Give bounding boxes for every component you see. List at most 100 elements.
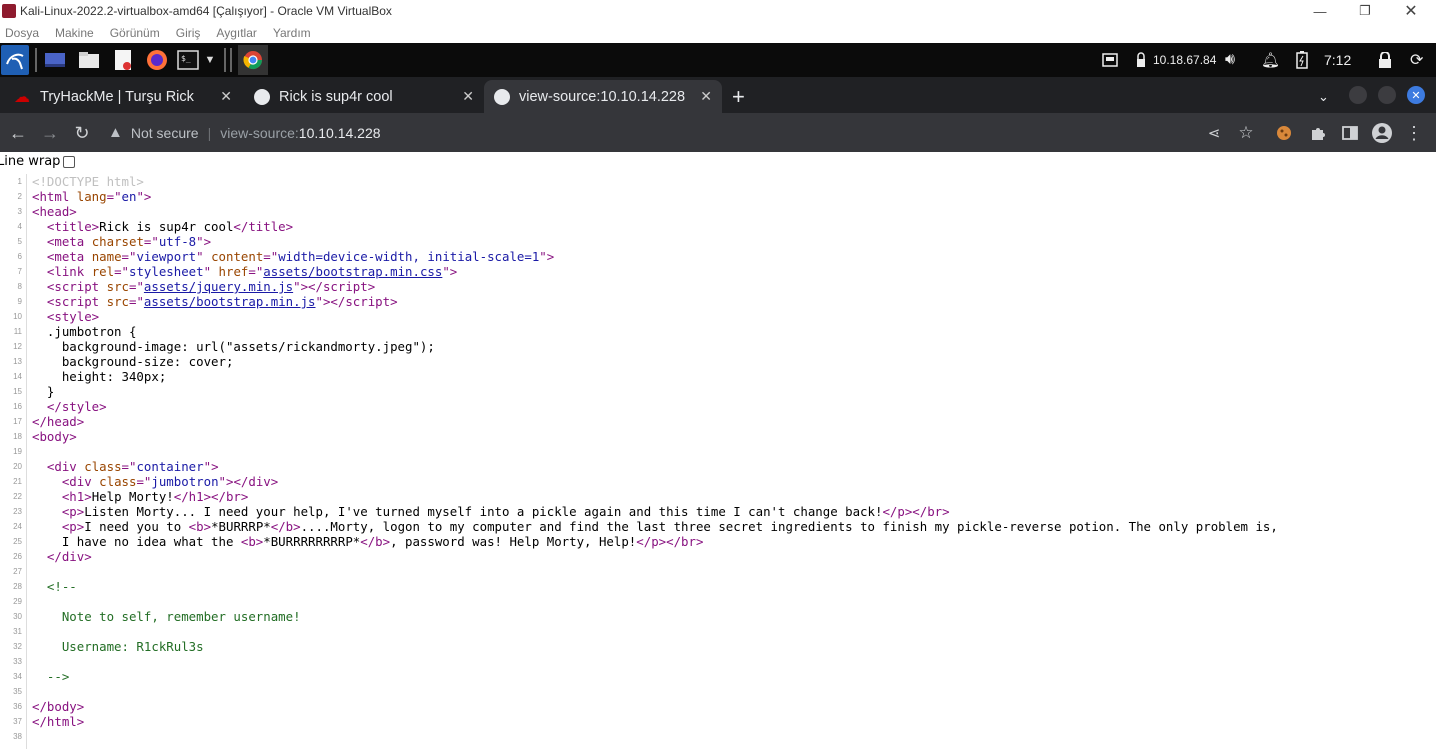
terminal-icon[interactable]: $_ <box>176 48 200 72</box>
menu-gorunum[interactable]: Görünüm <box>110 26 160 40</box>
network-icon[interactable] <box>1133 43 1149 77</box>
line-number: 33 <box>13 657 22 666</box>
maximize-icon[interactable]: ❐ <box>1342 0 1388 22</box>
line-number: 14 <box>13 372 22 381</box>
tab-label: Rick is sup4r cool <box>279 88 393 105</box>
chrome-taskbar-icon[interactable] <box>238 45 268 75</box>
source-link[interactable]: assets/bootstrap.min.css <box>263 264 442 279</box>
lock-screen-icon[interactable] <box>1378 43 1392 77</box>
source-link[interactable]: assets/jquery.min.js <box>144 279 293 294</box>
window-title: Kali-Linux-2022.2-virtualbox-amd64 [Çalı… <box>20 4 392 18</box>
globe-icon <box>254 88 270 105</box>
close-browser-icon[interactable]: ✕ <box>1407 86 1425 104</box>
tab-rick-is-sup4r-cool[interactable]: Rick is sup4r cool ✕ <box>244 80 484 113</box>
more-menu-icon[interactable]: ⋮ <box>1402 121 1426 145</box>
line-wrap-toggle[interactable]: Line wrap <box>0 154 76 169</box>
line-number: 18 <box>13 432 22 441</box>
maximize-browser-icon[interactable] <box>1378 86 1396 104</box>
menu-aygitlar[interactable]: Aygıtlar <box>216 26 256 40</box>
bookmark-star-icon[interactable]: ☆ <box>1234 121 1258 145</box>
reload-icon[interactable]: ↻ <box>70 121 94 145</box>
line-number: 28 <box>13 582 22 591</box>
security-label[interactable]: Not secure <box>131 125 199 141</box>
address-bar[interactable]: ▲ Not secure | view-source:10.10.14.228 <box>108 119 381 146</box>
source-line: <h1>Help Morty!</h1></br> <box>61 489 249 504</box>
gutter-divider <box>26 174 27 749</box>
line-number: 22 <box>13 492 22 501</box>
chevron-down-icon[interactable]: ▼ <box>203 48 217 72</box>
line-number: 38 <box>13 732 22 741</box>
close-window-icon[interactable]: ✕ <box>1388 0 1434 22</box>
source-line: <script src="assets/jquery.min.js"></scr… <box>46 279 376 294</box>
source-link[interactable]: assets/bootstrap.min.js <box>144 294 316 309</box>
line-number: 11 <box>13 327 22 336</box>
line-number: 25 <box>13 537 22 546</box>
firefox-icon[interactable] <box>145 48 169 72</box>
source-line: <head> <box>32 204 77 219</box>
back-arrow-icon[interactable]: ← <box>6 121 30 145</box>
menu-giris[interactable]: Giriş <box>176 26 201 40</box>
line-number: 1 <box>17 177 22 186</box>
ip-address: 10.18.67.84 <box>1153 53 1217 67</box>
source-line: <title>Rick is sup4r cool</title> <box>46 219 294 234</box>
minimize-browser-icon[interactable] <box>1349 86 1367 104</box>
line-number: 20 <box>13 462 22 471</box>
kali-menu-icon[interactable] <box>1 45 29 75</box>
share-icon[interactable]: ⋖ <box>1202 121 1226 145</box>
line-number: 4 <box>17 222 22 231</box>
taskbar-separator <box>35 48 37 72</box>
new-tab-button[interactable]: + <box>732 80 756 113</box>
source-line: </html> <box>32 714 85 729</box>
workspace-icon[interactable] <box>1102 43 1118 77</box>
line-number: 3 <box>17 207 22 216</box>
source-line: <p>Listen Morty... I need your help, I'v… <box>61 504 950 519</box>
line-number: 31 <box>13 627 22 636</box>
line-wrap-checkbox[interactable] <box>63 155 76 168</box>
side-panel-icon[interactable] <box>1338 121 1362 145</box>
tryhackme-favicon-icon: ☁ <box>14 88 30 106</box>
tab-search-icon[interactable]: ⌄ <box>1318 80 1338 113</box>
taskbar-separator <box>224 48 226 72</box>
browser-tab-strip: ☁ TryHackMe | Turşu Rick ✕ Rick is sup4r… <box>0 77 1436 113</box>
line-number: 6 <box>17 252 22 261</box>
menu-makine[interactable]: Makine <box>55 26 94 40</box>
source-line: I have no idea what the <b>*BURRRRRRRRP*… <box>32 534 704 549</box>
source-line: <meta charset="utf-8"> <box>46 234 212 249</box>
source-line: <html lang="en"> <box>32 189 152 204</box>
line-number: 10 <box>13 312 22 321</box>
extension-cookie-icon[interactable] <box>1272 121 1296 145</box>
line-number: 5 <box>17 237 22 246</box>
text-editor-icon[interactable] <box>111 48 135 72</box>
menu-dosya[interactable]: Dosya <box>5 26 39 40</box>
forward-arrow-icon[interactable]: → <box>38 121 62 145</box>
tab-label: TryHackMe | Turşu Rick <box>40 88 194 105</box>
virtualbox-icon <box>2 4 16 18</box>
line-number: 35 <box>13 687 22 696</box>
close-tab-icon[interactable]: ✕ <box>700 88 712 105</box>
battery-icon[interactable] <box>1296 43 1308 77</box>
menu-yardim[interactable]: Yardım <box>273 26 311 40</box>
source-line: </body> <box>32 699 85 714</box>
close-tab-icon[interactable]: ✕ <box>462 88 474 105</box>
line-number: 12 <box>13 342 22 351</box>
extensions-puzzle-icon[interactable] <box>1306 121 1330 145</box>
tab-tryhackme[interactable]: ☁ TryHackMe | Turşu Rick ✕ <box>0 80 242 113</box>
source-line: <div class="container"> <box>46 459 219 474</box>
source-line: <!-- <box>46 579 77 594</box>
volume-icon[interactable]: 🔊︎ <box>1225 43 1235 77</box>
profile-avatar-icon[interactable] <box>1370 121 1394 145</box>
source-line: <div class="jumbotron"></div> <box>61 474 279 489</box>
line-number: 30 <box>13 612 22 621</box>
source-line: <!DOCTYPE html> <box>32 174 144 189</box>
tab-view-source[interactable]: view-source:10.10.14.228 ✕ <box>484 80 722 113</box>
minimize-icon[interactable]: — <box>1297 0 1343 22</box>
close-tab-icon[interactable]: ✕ <box>220 88 232 105</box>
notification-bell-icon[interactable]: 🔔︎ <box>1261 43 1280 77</box>
line-number: 27 <box>13 567 22 576</box>
source-line: <body> <box>32 429 77 444</box>
line-number: 37 <box>13 717 22 726</box>
file-manager-icon[interactable] <box>77 48 101 72</box>
show-desktop-icon[interactable] <box>43 48 67 72</box>
source-line: </div> <box>46 549 92 564</box>
logout-icon[interactable]: ⟳ <box>1410 43 1423 77</box>
